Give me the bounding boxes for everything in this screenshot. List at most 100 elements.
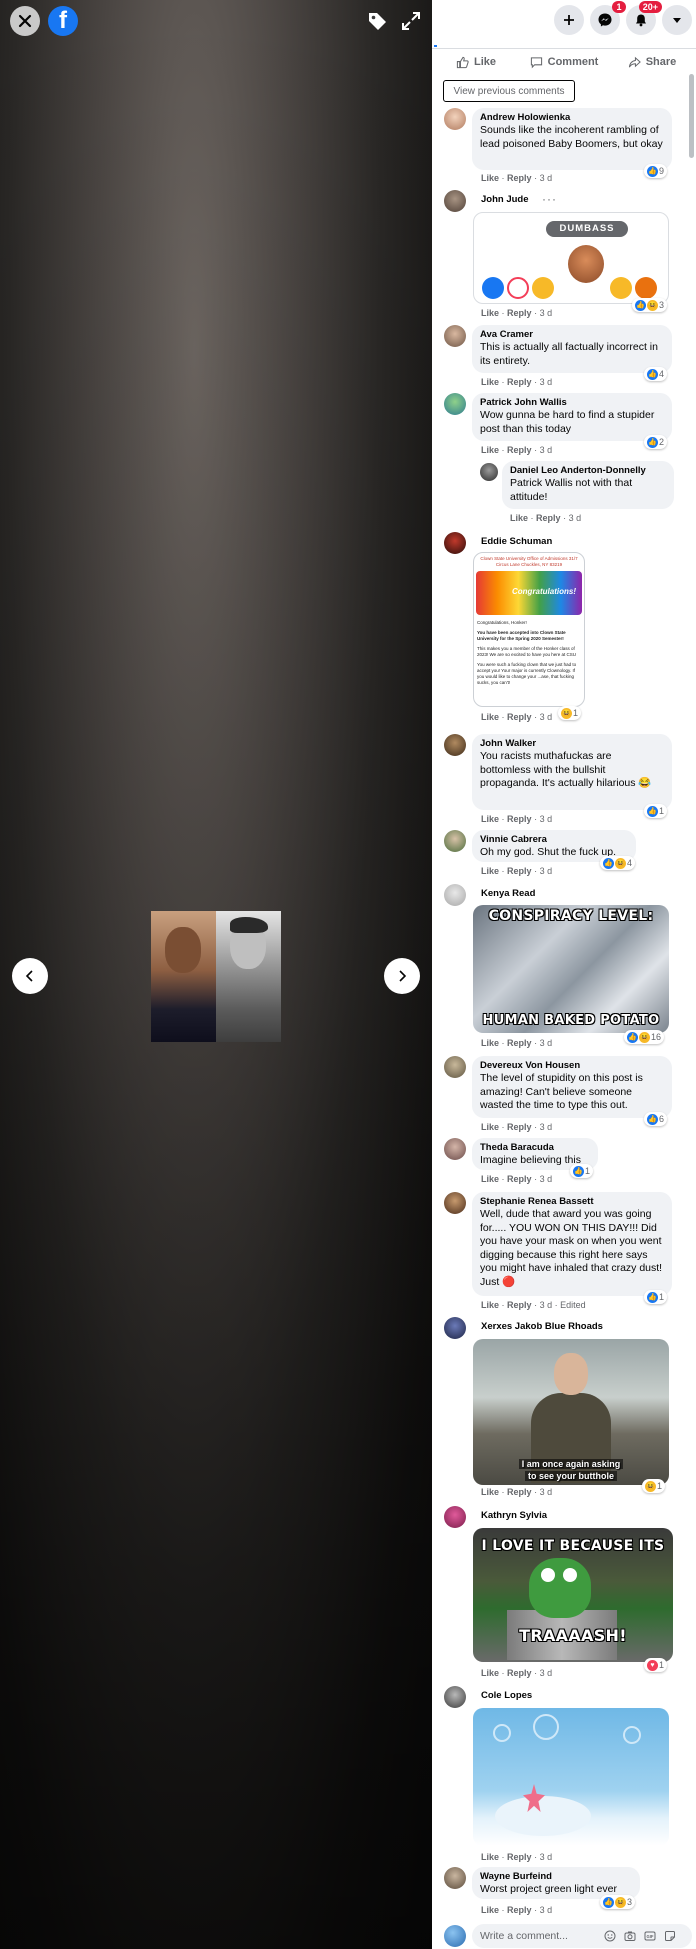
comment-like-link[interactable]: Like — [481, 1487, 499, 1497]
comment-author[interactable]: Patrick John Wallis — [480, 397, 664, 409]
avatar[interactable] — [444, 734, 466, 756]
comment-like-link[interactable]: Like — [481, 1905, 499, 1915]
reaction-count[interactable]: 👍 😆 4 — [600, 856, 636, 870]
comment-like-link[interactable]: Like — [481, 866, 499, 876]
reaction-count[interactable]: 👍 😆 3 — [600, 1895, 636, 1909]
next-photo-button[interactable] — [384, 958, 420, 994]
close-button[interactable] — [10, 6, 40, 36]
avatar[interactable] — [444, 393, 466, 415]
comment-author[interactable]: John Walker — [480, 738, 664, 750]
comment-author[interactable]: Eddie Schuman — [481, 536, 552, 548]
comment-action-button[interactable]: Comment — [520, 50, 608, 74]
comment-reply-link[interactable]: Reply — [507, 712, 532, 722]
account-menu-button[interactable] — [662, 5, 692, 35]
comment-like-link[interactable]: Like — [481, 814, 499, 824]
meme-image[interactable]: CONSPIRACY LEVEL: HUMAN BAKED POTATO — [473, 905, 669, 1033]
comment-like-link[interactable]: Like — [481, 1174, 499, 1184]
facebook-logo[interactable]: f — [48, 6, 78, 36]
avatar[interactable] — [444, 884, 466, 906]
avatar[interactable] — [444, 1056, 466, 1078]
avatar[interactable] — [444, 325, 466, 347]
comment-reply-link[interactable]: Reply — [536, 513, 561, 523]
comment-timestamp[interactable]: 3 d — [540, 1038, 553, 1048]
reaction-count[interactable]: 👍 6 — [644, 1112, 668, 1126]
comment-timestamp[interactable]: 3 d — [540, 1852, 553, 1862]
comment-author[interactable]: Kenya Read — [481, 888, 535, 900]
comment-reply-link[interactable]: Reply — [507, 308, 532, 318]
previous-photo-button[interactable] — [12, 958, 48, 994]
comment-reply-link[interactable]: Reply — [507, 814, 532, 824]
comment-author[interactable]: Daniel Leo Anderton-Donnelly — [510, 465, 666, 477]
more-options-icon[interactable]: ··· — [542, 192, 557, 206]
comment-reply-link[interactable]: Reply — [507, 173, 532, 183]
comment-author[interactable]: Devereux Von Housen — [480, 1060, 664, 1072]
comment-input[interactable]: Write a comment... — [472, 1924, 692, 1948]
reaction-count[interactable]: 👍 1 — [644, 804, 668, 818]
comment-author[interactable]: Vinnie Cabrera — [480, 834, 628, 846]
comment-like-link[interactable]: Like — [481, 308, 499, 318]
tag-photo-button[interactable] — [364, 8, 390, 34]
notifications-button[interactable]: 20+ — [626, 1, 662, 35]
comment-like-link[interactable]: Like — [481, 1038, 499, 1048]
comment-like-link[interactable]: Like — [481, 1668, 499, 1678]
comment-reply-link[interactable]: Reply — [507, 1852, 532, 1862]
fullscreen-button[interactable] — [398, 8, 424, 34]
comment-timestamp[interactable]: 3 d — [540, 308, 553, 318]
attached-image[interactable] — [473, 1708, 669, 1846]
comment-timestamp[interactable]: 3 d — [569, 513, 582, 523]
like-action-button[interactable]: Like — [432, 50, 520, 74]
avatar[interactable] — [444, 190, 466, 212]
comment-timestamp[interactable]: 3 d — [540, 377, 553, 387]
view-previous-comments-button[interactable]: View previous comments — [443, 80, 575, 102]
comment-author[interactable]: Stephanie Renea Bassett — [480, 1196, 664, 1208]
comment-author[interactable]: Kathryn Sylvia — [481, 1510, 547, 1522]
comment-author[interactable]: Cole Lopes — [481, 1690, 532, 1702]
comment-timestamp[interactable]: 3 d — [540, 1174, 553, 1184]
avatar[interactable] — [480, 463, 498, 481]
comment-reply-link[interactable]: Reply — [507, 1300, 532, 1310]
comment-like-link[interactable]: Like — [481, 712, 499, 722]
comment-author[interactable]: John Jude — [481, 194, 529, 206]
messenger-button[interactable]: 1 — [590, 1, 626, 35]
avatar[interactable] — [444, 1317, 466, 1339]
reaction-count[interactable]: 👍 4 — [644, 367, 668, 381]
camera-icon[interactable] — [624, 1930, 636, 1942]
comment-like-link[interactable]: Like — [481, 377, 499, 387]
current-user-avatar[interactable] — [444, 1925, 466, 1947]
comment-reply-link[interactable]: Reply — [507, 377, 532, 387]
comment-reply-link[interactable]: Reply — [507, 445, 532, 455]
avatar[interactable] — [444, 108, 466, 130]
sticker-image[interactable]: DUMBASS — [473, 212, 669, 304]
meme-image[interactable]: I LOVE IT BECAUSE ITS TRAAAASH! — [473, 1528, 673, 1662]
reaction-count[interactable]: 👍 9 — [644, 164, 668, 178]
reaction-count[interactable]: 👍 2 — [644, 435, 668, 449]
reaction-count[interactable]: ♥ 1 — [644, 1658, 668, 1672]
avatar[interactable] — [444, 1138, 466, 1160]
comment-timestamp[interactable]: 3 d — [540, 712, 553, 722]
comment-like-link[interactable]: Like — [481, 1122, 499, 1132]
comment-author[interactable]: Theda Baracuda — [480, 1142, 590, 1154]
comment-timestamp[interactable]: 3 d — [540, 866, 553, 876]
comment-like-link[interactable]: Like — [481, 445, 499, 455]
comment-like-link[interactable]: Like — [481, 1300, 499, 1310]
comment-reply-link[interactable]: Reply — [507, 866, 532, 876]
comment-reply-link[interactable]: Reply — [507, 1487, 532, 1497]
reaction-count[interactable]: 😆 1 — [642, 1479, 666, 1493]
comment-like-link[interactable]: Like — [481, 1852, 499, 1862]
comment-reply-link[interactable]: Reply — [507, 1038, 532, 1048]
create-button[interactable] — [554, 5, 584, 35]
avatar[interactable] — [444, 1192, 466, 1214]
avatar[interactable] — [444, 532, 466, 554]
comment-timestamp[interactable]: 3 d — [540, 1487, 553, 1497]
comment-reply-link[interactable]: Reply — [507, 1668, 532, 1678]
reaction-count[interactable]: 👍 1 — [644, 1290, 668, 1304]
meme-image[interactable]: I am once again asking to see your butth… — [473, 1339, 669, 1485]
avatar[interactable] — [444, 830, 466, 852]
comment-timestamp[interactable]: 3 d — [540, 814, 553, 824]
emoji-icon[interactable] — [604, 1930, 616, 1942]
scrollbar[interactable] — [689, 74, 694, 158]
share-action-button[interactable]: Share — [608, 50, 696, 74]
comment-like-link[interactable]: Like — [510, 513, 528, 523]
comment-reply-link[interactable]: Reply — [507, 1122, 532, 1132]
gif-icon[interactable]: GIF — [644, 1930, 656, 1942]
